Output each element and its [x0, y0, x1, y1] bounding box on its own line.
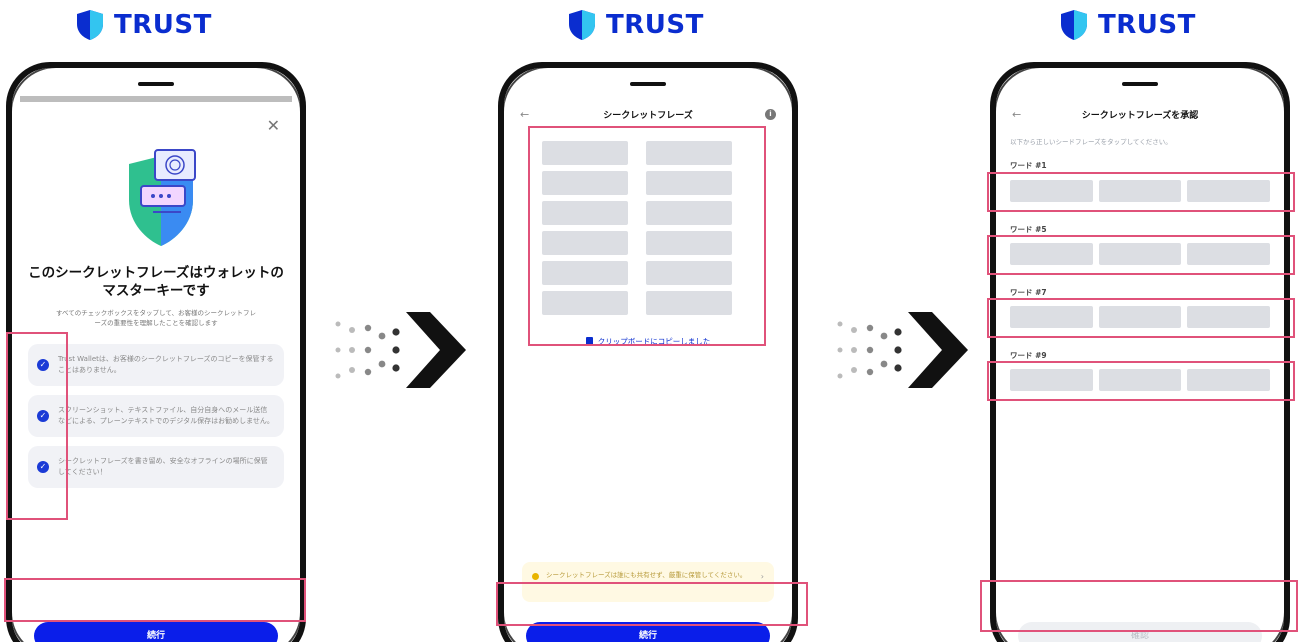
- warning-icon: [532, 573, 539, 580]
- page-title: シークレットフレーズ: [603, 110, 693, 121]
- checkbox-label: シークレットフレーズを書き留め、安全なオフラインの場所に保管してください！: [58, 457, 268, 476]
- word-choice-row: [1010, 306, 1270, 328]
- word-label: ワード #1: [1010, 161, 1047, 170]
- check-icon[interactable]: ✓: [37, 359, 49, 371]
- checkbox-label: Trust Walletは、お客様のシークレットフレーズのコピーを保管することは…: [58, 355, 274, 374]
- phone-notch: [630, 82, 666, 86]
- shield-icon: [569, 10, 595, 40]
- nav-bar: ← シークレットフレーズ i: [512, 104, 784, 124]
- word-slot: [542, 231, 628, 255]
- page-title: シークレットフレーズを承認: [1081, 110, 1199, 121]
- back-arrow-icon[interactable]: ←: [520, 108, 529, 121]
- word-slot: [542, 141, 628, 165]
- word-choice[interactable]: [1187, 306, 1270, 328]
- word-slot: [542, 171, 628, 195]
- word-choice[interactable]: [1187, 243, 1270, 265]
- close-icon[interactable]: ✕: [267, 116, 280, 135]
- verify-phrase-screen: ← シークレットフレーズを承認 以下から正しいシードフレーズをタップしてください…: [1004, 96, 1276, 642]
- word-slot: [646, 141, 732, 165]
- word-choice-row: [1010, 243, 1270, 265]
- nav-bar: ← シークレットフレーズを承認: [1004, 104, 1276, 124]
- chevron-right-icon: ›: [760, 572, 764, 581]
- word-choice[interactable]: [1098, 369, 1182, 391]
- brand-name: TRUST: [1098, 10, 1196, 40]
- word-choice[interactable]: [1187, 180, 1270, 202]
- word-slot: [542, 261, 628, 285]
- phone-notch: [1122, 82, 1158, 86]
- master-key-screen: ✕ このシークレットフレーズはウォレットの マスターキーです すべてのチェックボ…: [20, 96, 292, 642]
- continue-button[interactable]: 続行: [526, 622, 770, 642]
- modal-top-band: [20, 96, 292, 102]
- brand-logo-3: TRUST: [1058, 8, 1196, 42]
- check-icon[interactable]: ✓: [37, 410, 49, 422]
- word-choice[interactable]: [1098, 243, 1182, 265]
- copy-to-clipboard-link[interactable]: クリップボードにコピーしました: [512, 336, 784, 347]
- word-label: ワード #5: [1010, 225, 1047, 234]
- back-arrow-icon[interactable]: ←: [1012, 108, 1021, 121]
- checkbox-item[interactable]: ✓ シークレットフレーズを書き留め、安全なオフラインの場所に保管してください！: [28, 446, 284, 488]
- info-icon[interactable]: i: [765, 108, 776, 120]
- warning-banner[interactable]: シークレットフレーズは誰にも共有せず、厳重に保管してください。 ›: [522, 562, 774, 602]
- phone-screen-3: ← シークレットフレーズを承認 以下から正しいシードフレーズをタップしてください…: [990, 62, 1290, 642]
- word-slot: [646, 171, 732, 195]
- continue-button[interactable]: 続行: [34, 622, 278, 642]
- word-slot: [542, 291, 628, 315]
- phone-screen-1: ✕ このシークレットフレーズはウォレットの マスターキーです すべてのチェックボ…: [6, 62, 306, 642]
- checkbox-item[interactable]: ✓ Trust Walletは、お客様のシークレットフレーズのコピーを保管するこ…: [28, 344, 284, 386]
- word-label: ワード #7: [1010, 288, 1047, 297]
- security-shield-illustration: [129, 149, 196, 246]
- word-choice[interactable]: [1010, 369, 1093, 391]
- brand-name: TRUST: [114, 10, 212, 40]
- brand-logo-1: TRUST: [74, 8, 212, 42]
- word-choice-row: [1010, 180, 1270, 202]
- instruction-text: 以下から正しいシードフレーズをタップしてください。: [1010, 138, 1172, 146]
- word-label: ワード #9: [1010, 351, 1047, 360]
- brand-name: TRUST: [606, 10, 704, 40]
- checkbox-item[interactable]: ✓ スクリーンショット、テキストファイル、自分自身へのメール送信などによる、プレ…: [28, 395, 284, 437]
- secret-phrase-grid: [542, 141, 738, 315]
- word-slot: [646, 291, 732, 315]
- page-subtitle: すべてのチェックボックスをタップして、お客様のシークレットフレ ーズの重要性を理…: [55, 309, 257, 327]
- checkbox-label: スクリーンショット、テキストファイル、自分自身へのメール送信などによる、プレーン…: [58, 406, 274, 425]
- clipboard-label: クリップボードにコピーしました: [597, 337, 711, 346]
- word-choice[interactable]: [1187, 369, 1270, 391]
- word-choice[interactable]: [1098, 306, 1182, 328]
- phone-screen-2: ← シークレットフレーズ i クリップボードにコピーしました シークレットフレー…: [498, 62, 798, 642]
- brand-logo-2: TRUST: [566, 8, 704, 42]
- word-choice-row: [1010, 369, 1270, 391]
- page-title: このシークレットフレーズはウォレットの マスターキーです: [28, 265, 284, 299]
- check-icon[interactable]: ✓: [37, 461, 49, 473]
- word-choice[interactable]: [1010, 180, 1093, 202]
- word-slot: [646, 201, 732, 225]
- confirm-button[interactable]: 確認: [1018, 622, 1262, 642]
- word-choice[interactable]: [1010, 243, 1093, 265]
- step-arrow-1: [335, 312, 466, 388]
- word-slot: [646, 231, 732, 255]
- copy-icon: [585, 337, 593, 345]
- phone-notch: [138, 82, 174, 86]
- shield-icon: [1061, 10, 1087, 40]
- secret-phrase-screen: ← シークレットフレーズ i クリップボードにコピーしました シークレットフレー…: [512, 96, 784, 642]
- word-slot: [542, 201, 628, 225]
- word-slot: [646, 261, 732, 285]
- shield-icon: [77, 10, 103, 40]
- step-arrow-2: [837, 312, 968, 388]
- word-choice[interactable]: [1098, 180, 1182, 202]
- checkbox-list: ✓ Trust Walletは、お客様のシークレットフレーズのコピーを保管するこ…: [28, 344, 284, 488]
- word-choice[interactable]: [1010, 306, 1093, 328]
- warning-text: シークレットフレーズは誰にも共有せず、厳重に保管してください。: [546, 571, 747, 579]
